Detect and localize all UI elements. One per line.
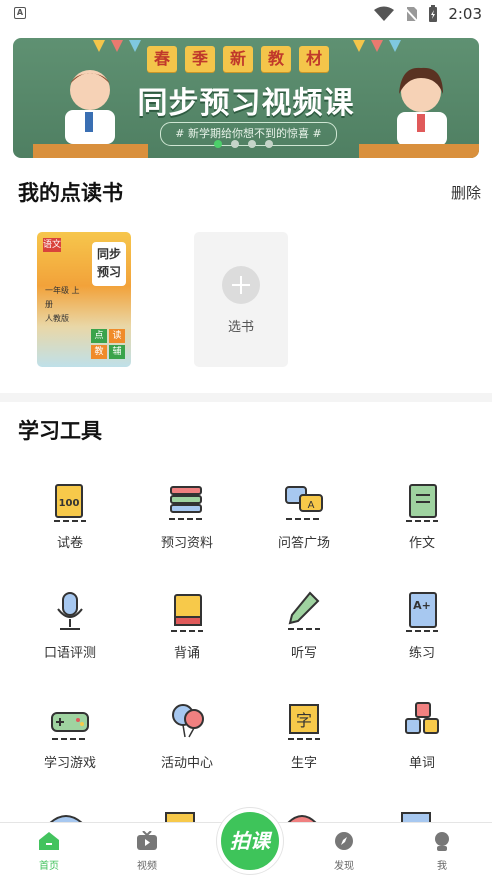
tool-exam[interactable]: 100 试卷	[15, 477, 125, 567]
page-dot	[248, 140, 256, 148]
promo-banner[interactable]: 春 季 新 教 材 同步预习视频课 # 新学期给你想不到的惊喜 #	[13, 38, 479, 158]
svg-text:A+: A+	[413, 599, 431, 612]
letter-blocks-icon	[405, 702, 439, 734]
page-dot	[231, 140, 239, 148]
tool-oral-evaluation[interactable]: 口语评测	[15, 587, 125, 677]
character-card-icon: 字	[288, 704, 320, 740]
tool-dictation[interactable]: 听写	[249, 587, 359, 677]
tool-composition[interactable]: 作文	[367, 477, 477, 567]
add-book-button[interactable]: 选书	[194, 232, 288, 367]
status-bar: A 2:03	[0, 0, 492, 28]
gamepad-icon	[51, 712, 89, 740]
right-desk	[359, 144, 479, 158]
tool-new-characters[interactable]: 字 生字	[249, 697, 359, 787]
section-divider	[0, 393, 492, 402]
my-books-title: 我的点读书	[18, 181, 123, 205]
banner-title-tags: 春 季 新 教 材	[147, 46, 329, 72]
compass-icon	[335, 832, 353, 850]
banner-page-indicator	[214, 140, 273, 148]
books-stack-icon	[169, 486, 203, 520]
no-sim-icon	[404, 7, 419, 22]
delete-button[interactable]: 删除	[451, 182, 481, 203]
clock: 2:03	[448, 5, 482, 23]
microphone-icon	[57, 592, 83, 630]
grade-sheet-icon: A+	[406, 592, 438, 632]
page-dot-active	[214, 140, 222, 148]
svg-text:字: 字	[296, 711, 312, 730]
page-dot	[265, 140, 273, 148]
book-cover-tongbu-yuxi[interactable]: 语文 同步 预习 一年级 上册 人教版 点 读 教 辅	[37, 232, 131, 367]
tool-words[interactable]: 单词	[367, 697, 477, 787]
tool-learning-games[interactable]: 学习游戏	[15, 697, 125, 787]
nav-video[interactable]: 视频	[117, 830, 177, 872]
exam-paper-icon: 100	[54, 484, 86, 522]
nav-discover[interactable]: 发现	[314, 831, 374, 872]
notebook-icon	[406, 484, 438, 522]
tool-practice[interactable]: A+ 练习	[367, 587, 477, 677]
add-book-label: 选书	[227, 320, 254, 335]
wifi-icon	[374, 6, 395, 21]
photo-lesson-button[interactable]: 拍课	[217, 808, 283, 874]
svg-text:A: A	[308, 500, 315, 511]
tool-activity-center[interactable]: 活动中心	[132, 697, 242, 787]
tool-preview-materials[interactable]: 预习资料	[132, 477, 242, 567]
notification-a-icon: A	[14, 7, 26, 19]
tool-qa-square[interactable]: A 问答广场	[249, 477, 359, 567]
home-icon	[39, 832, 59, 850]
battery-icon	[429, 5, 438, 22]
svg-text:100: 100	[59, 498, 80, 509]
tool-recitation[interactable]: 背诵	[132, 587, 242, 677]
qa-bubbles-icon: A	[285, 486, 323, 520]
book-icon	[171, 594, 203, 632]
nav-me[interactable]: 我	[412, 831, 472, 872]
nav-home[interactable]: 首页	[19, 831, 79, 872]
balloons-icon	[172, 704, 204, 738]
plus-icon	[222, 266, 260, 304]
profile-icon	[435, 832, 449, 851]
pencil-icon	[288, 591, 320, 630]
tools-title: 学习工具	[18, 419, 102, 443]
tv-icon	[137, 830, 157, 850]
left-desk	[33, 144, 148, 158]
